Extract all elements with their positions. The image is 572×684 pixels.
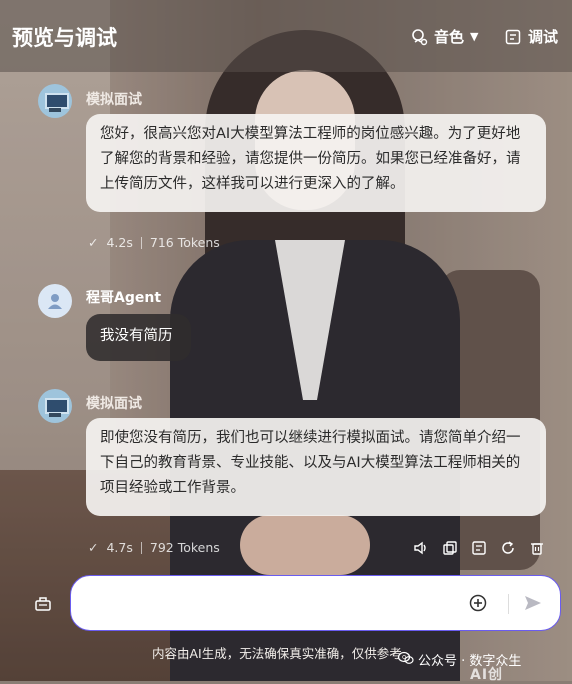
speaker-icon[interactable] bbox=[412, 539, 429, 556]
ai-disclaimer: 内容由AI生成，无法确保真实准确，仅供参考。 bbox=[152, 646, 415, 661]
trash-icon[interactable] bbox=[528, 539, 545, 556]
message-meta: ✓ 4.7s 792 Tokens bbox=[88, 540, 220, 555]
toolbox-icon[interactable] bbox=[34, 595, 52, 617]
sender-name: 程哥Agent bbox=[86, 290, 162, 306]
token-count: 716 Tokens bbox=[149, 235, 220, 250]
chat-input[interactable] bbox=[87, 592, 451, 610]
token-count: 792 Tokens bbox=[149, 540, 220, 555]
response-time: 4.2s bbox=[106, 235, 133, 250]
debug-icon bbox=[504, 28, 522, 46]
bot-message-bubble: 您好，很高兴您对AI大模型算法工程师的岗位感兴趣。为了更好地了解您的背景和经验，… bbox=[86, 114, 546, 212]
plus-circle-icon[interactable] bbox=[469, 594, 487, 616]
voice-label: 音色 bbox=[434, 28, 465, 46]
send-icon[interactable] bbox=[523, 593, 543, 617]
refresh-icon[interactable] bbox=[499, 539, 516, 556]
message-meta: ✓ 4.2s 716 Tokens bbox=[88, 235, 220, 250]
wechat-icon bbox=[397, 651, 414, 669]
chat-input-box[interactable] bbox=[70, 575, 561, 631]
header-bar: 预览与调试 音色 ▼ 调试 bbox=[0, 0, 572, 72]
check-icon: ✓ bbox=[88, 540, 99, 555]
check-icon: ✓ bbox=[88, 235, 99, 250]
debug-label: 调试 bbox=[528, 28, 559, 46]
message-actions bbox=[412, 539, 545, 556]
note-icon[interactable] bbox=[470, 539, 487, 556]
sender-name: 模拟面试 bbox=[86, 396, 142, 412]
voice-button[interactable]: 音色 ▼ bbox=[410, 26, 478, 47]
bot-message-bubble: 即使您没有简历，我们也可以继续进行模拟面试。请您简单介绍一下自己的教育背景、专业… bbox=[86, 418, 546, 516]
voice-settings-icon bbox=[410, 28, 428, 46]
user-message-bubble: 我没有简历 bbox=[86, 314, 191, 361]
caret-down-icon: ▼ bbox=[470, 30, 479, 43]
bot-avatar bbox=[38, 84, 72, 118]
response-time: 4.7s bbox=[106, 540, 133, 555]
bot-avatar bbox=[38, 389, 72, 423]
copy-icon[interactable] bbox=[441, 539, 458, 556]
corner-logo: AI创 bbox=[470, 667, 504, 683]
sender-name: 模拟面试 bbox=[86, 92, 142, 108]
debug-button[interactable]: 调试 bbox=[504, 26, 558, 47]
page-title: 预览与调试 bbox=[12, 26, 117, 50]
user-avatar bbox=[38, 284, 72, 318]
divider bbox=[508, 594, 509, 614]
